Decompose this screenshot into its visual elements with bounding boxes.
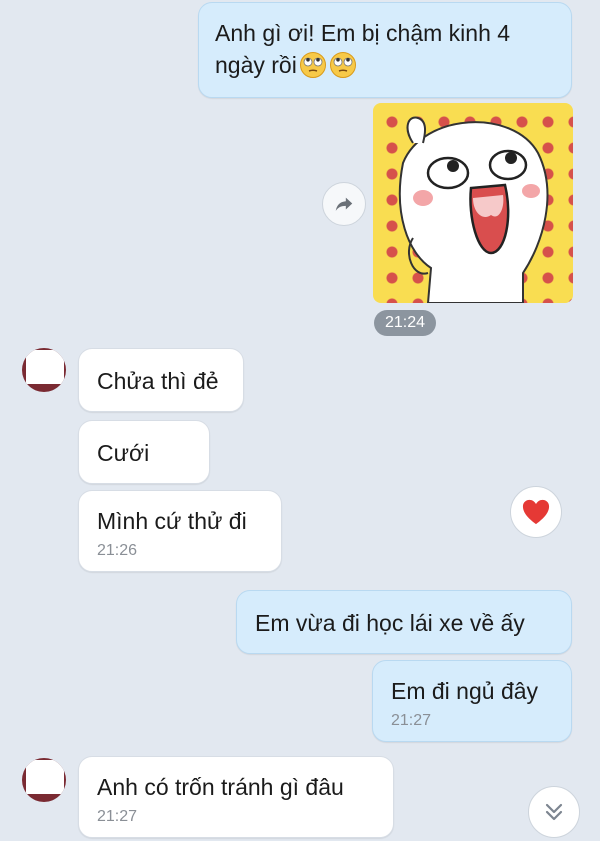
- avatar[interactable]: [22, 348, 66, 392]
- message-text: Cưới: [97, 440, 150, 466]
- sticker-character: [398, 116, 549, 303]
- sticker-image[interactable]: [373, 103, 573, 303]
- message-text-line: ngày rồi: [215, 49, 555, 81]
- eye-roll-emoji-icon: [329, 52, 356, 78]
- message-text-line: Anh gì ơi! Em bị chậm kinh 4: [215, 20, 511, 46]
- forward-button[interactable]: [322, 182, 366, 226]
- avatar-redaction: [26, 760, 64, 794]
- scroll-to-bottom-button[interactable]: [528, 786, 580, 838]
- message-timestamp: 21:26: [97, 542, 138, 559]
- incoming-message-bubble[interactable]: Mình cứ thử đi 21:26: [78, 490, 282, 572]
- message-text: Mình cứ thử đi: [97, 508, 247, 534]
- reaction-button[interactable]: [510, 486, 562, 538]
- incoming-message-bubble[interactable]: Cưới: [78, 420, 210, 484]
- eye-roll-emoji-icon: [299, 52, 326, 78]
- message-text: Anh có trốn tránh gì đâu: [97, 774, 344, 800]
- heart-icon: [522, 499, 550, 525]
- message-text: Em vừa đi học lái xe về ấy: [255, 610, 525, 636]
- outgoing-message-bubble[interactable]: Em vừa đi học lái xe về ấy: [236, 590, 572, 654]
- avatar-redaction: [26, 350, 64, 384]
- message-timestamp: 21:27: [391, 712, 432, 729]
- incoming-message-bubble[interactable]: Anh có trốn tránh gì đâu 21:27: [78, 756, 394, 838]
- incoming-message-bubble[interactable]: Chửa thì đẻ: [78, 348, 244, 412]
- message-text: Chửa thì đẻ: [97, 368, 219, 394]
- outgoing-message-bubble[interactable]: Anh gì ơi! Em bị chậm kinh 4 ngày rồi: [198, 2, 572, 98]
- message-text: Em đi ngủ đây: [391, 678, 539, 704]
- avatar[interactable]: [22, 758, 66, 802]
- share-arrow-icon: [335, 197, 353, 211]
- double-chevron-down-icon: [545, 803, 563, 821]
- outgoing-message-bubble[interactable]: Em đi ngủ đây 21:27: [372, 660, 572, 742]
- message-timestamp: 21:27: [97, 808, 138, 825]
- message-text: ngày rồi: [215, 52, 297, 78]
- sticker-timestamp: 21:24: [374, 310, 436, 336]
